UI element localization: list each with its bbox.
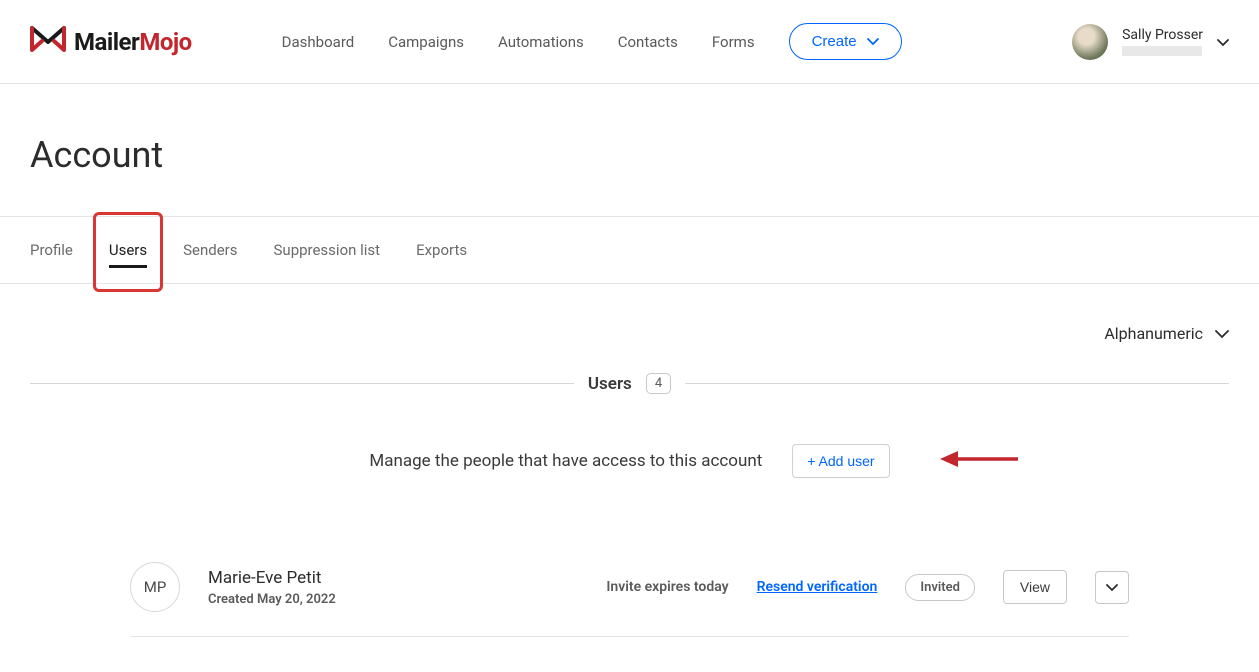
content: Alphanumeric Users 4 Manage the people t… bbox=[0, 284, 1259, 667]
add-user-button[interactable]: + Add user bbox=[792, 444, 889, 478]
tab-senders[interactable]: Senders bbox=[183, 217, 237, 283]
annotation-arrow-icon bbox=[940, 448, 1018, 474]
nav-forms[interactable]: Forms bbox=[712, 33, 755, 51]
sort-label: Alphanumeric bbox=[1104, 324, 1203, 343]
main-nav: Dashboard Campaigns Automations Contacts… bbox=[282, 33, 755, 51]
tab-users[interactable]: Users bbox=[109, 217, 147, 283]
nav-dashboard[interactable]: Dashboard bbox=[282, 33, 355, 51]
nav-automations[interactable]: Automations bbox=[498, 33, 584, 51]
tabs: Profile Users Senders Suppression list E… bbox=[0, 217, 1259, 283]
tab-suppression-list[interactable]: Suppression list bbox=[274, 217, 381, 283]
user-list: MP Marie-Eve Petit Created May 20, 2022 … bbox=[30, 538, 1229, 637]
user-avatar-initials: MP bbox=[130, 562, 180, 612]
user-created-date: Created May 20, 2022 bbox=[208, 592, 336, 607]
chevron-down-icon bbox=[867, 33, 879, 50]
top-header: MailerMojo Dashboard Campaigns Automatio… bbox=[0, 0, 1259, 84]
user-sub-placeholder bbox=[1122, 46, 1202, 56]
resend-verification-link[interactable]: Resend verification bbox=[757, 579, 878, 595]
tab-profile[interactable]: Profile bbox=[30, 217, 73, 283]
page-title: Account bbox=[30, 134, 1229, 176]
user-name: Sally Prosser bbox=[1122, 27, 1203, 43]
chevron-down-icon bbox=[1215, 324, 1229, 343]
create-button[interactable]: Create bbox=[789, 23, 902, 60]
page-title-wrap: Account bbox=[0, 84, 1259, 216]
create-button-label: Create bbox=[812, 33, 857, 50]
invite-expires-text: Invite expires today bbox=[606, 579, 728, 595]
user-row: MP Marie-Eve Petit Created May 20, 2022 … bbox=[130, 538, 1129, 637]
logo-text-part1: Mailer bbox=[74, 28, 139, 56]
view-button[interactable]: View bbox=[1003, 570, 1067, 604]
user-full-name: Marie-Eve Petit bbox=[208, 568, 336, 588]
avatar bbox=[1072, 24, 1108, 60]
user-details: Marie-Eve Petit Created May 20, 2022 bbox=[208, 568, 336, 607]
nav-campaigns[interactable]: Campaigns bbox=[388, 33, 464, 51]
chevron-down-icon bbox=[1106, 580, 1118, 595]
user-menu[interactable]: Sally Prosser bbox=[1072, 24, 1229, 60]
manage-row: Manage the people that have access to th… bbox=[30, 444, 1229, 478]
logo-icon bbox=[30, 24, 66, 60]
divider-line bbox=[30, 383, 574, 384]
logo[interactable]: MailerMojo bbox=[30, 24, 192, 60]
user-info: Sally Prosser bbox=[1122, 27, 1203, 56]
nav-contacts[interactable]: Contacts bbox=[618, 33, 678, 51]
manage-text: Manage the people that have access to th… bbox=[369, 451, 762, 471]
users-count-badge: 4 bbox=[646, 373, 671, 394]
section-title: Users bbox=[588, 374, 632, 394]
status-badge: Invited bbox=[905, 574, 975, 601]
tab-exports[interactable]: Exports bbox=[416, 217, 467, 283]
tabs-wrap: Profile Users Senders Suppression list E… bbox=[0, 216, 1259, 284]
chevron-down-icon bbox=[1217, 32, 1229, 51]
logo-text-part2: Mojo bbox=[139, 28, 191, 56]
section-divider: Users 4 bbox=[30, 373, 1229, 394]
sort-control[interactable]: Alphanumeric bbox=[30, 314, 1229, 373]
row-menu-button[interactable] bbox=[1095, 571, 1129, 604]
divider-line bbox=[685, 383, 1229, 384]
